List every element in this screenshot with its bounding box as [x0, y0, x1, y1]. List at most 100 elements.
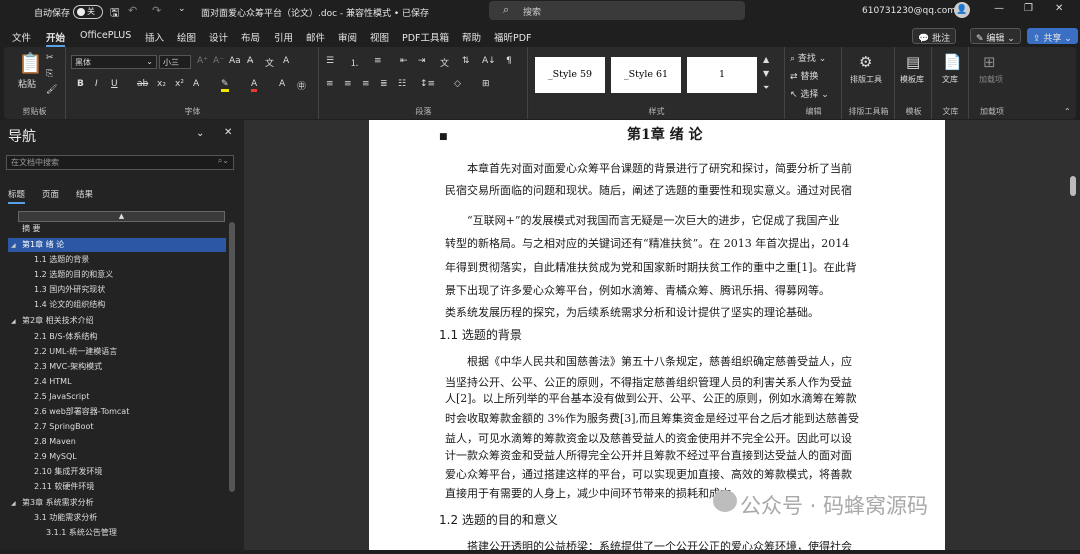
- nav-heading-item[interactable]: 2.11 软硬件环境: [34, 480, 94, 494]
- avatar[interactable]: 👤: [954, 2, 970, 18]
- close-icon[interactable]: ✕: [1055, 3, 1063, 14]
- nav-heading-item[interactable]: 2.1 B/S-体系结构: [34, 330, 97, 344]
- character-border-icon[interactable]: A: [283, 56, 289, 66]
- undo-icon[interactable]: ↶: [128, 4, 137, 17]
- nav-close-icon[interactable]: ✕: [224, 127, 232, 138]
- line-spacing-icon[interactable]: ↕≡: [420, 79, 435, 89]
- expand-triangle-icon[interactable]: ◢: [11, 242, 16, 249]
- numbering-icon[interactable]: ⒈: [350, 56, 359, 69]
- restore-icon[interactable]: ❐: [1024, 3, 1033, 14]
- show-marks-icon[interactable]: ¶: [506, 56, 512, 66]
- select-button[interactable]: ↖ 选择 ⌄: [790, 87, 829, 100]
- italic-icon[interactable]: I: [95, 79, 98, 89]
- nav-heading-item[interactable]: 3.1 功能需求分析: [34, 511, 97, 525]
- tab-foxit-pdf[interactable]: 福昕PDF: [494, 30, 532, 44]
- minimize-icon[interactable]: —: [994, 3, 1004, 14]
- style-gallery-item[interactable]: _Style 61: [611, 57, 681, 93]
- library-button[interactable]: 文库: [942, 74, 958, 85]
- nav-heading-item[interactable]: 2.7 SpringBoot: [34, 420, 94, 434]
- chinese-layout-icon[interactable]: 文: [440, 56, 449, 69]
- align-right-icon[interactable]: ≡: [362, 79, 370, 89]
- styles-more-icon[interactable]: ⏷: [763, 83, 769, 93]
- nav-heading-item[interactable]: 2.4 HTML: [34, 375, 72, 389]
- share-button[interactable]: ⇪ 共享 ⌄: [1027, 28, 1078, 44]
- increase-indent-icon[interactable]: ⇥: [418, 56, 426, 66]
- phonetic-guide-icon[interactable]: 文: [265, 56, 274, 69]
- addins-icon[interactable]: ⊞: [983, 53, 996, 71]
- comments-button[interactable]: 💬 批注: [912, 28, 957, 44]
- superscript-icon[interactable]: x²: [175, 79, 184, 89]
- nav-scroll-up-bar[interactable]: ▲: [18, 211, 225, 222]
- strikethrough-icon[interactable]: ab: [137, 79, 148, 89]
- account-email[interactable]: 610731230@qq.com: [862, 6, 956, 16]
- styles-scroll-down-icon[interactable]: ▼: [763, 69, 769, 78]
- tab-home[interactable]: 开始: [46, 30, 66, 47]
- find-button[interactable]: ⌕ 查找 ⌄: [790, 51, 826, 64]
- bold-icon[interactable]: B: [77, 79, 84, 89]
- font-size-dropdown[interactable]: 小三: [159, 55, 191, 69]
- font-name-dropdown[interactable]: 黑体 ⌄: [71, 55, 157, 69]
- tab-insert[interactable]: 插入: [145, 30, 164, 44]
- text-effects-icon[interactable]: A: [193, 79, 199, 89]
- paste-icon[interactable]: 📋: [18, 51, 43, 75]
- nav-heading-item[interactable]: 2.3 MVC-架构模式: [34, 360, 102, 374]
- style-gallery-item[interactable]: 1: [687, 57, 757, 93]
- nav-heading-item[interactable]: 第3章 系统需求分析: [22, 496, 94, 510]
- addins-button[interactable]: 加载项: [979, 74, 1003, 85]
- format-painter-icon[interactable]: 🖌: [46, 85, 57, 95]
- multilevel-list-icon[interactable]: ≡: [374, 56, 382, 66]
- expand-triangle-icon[interactable]: ◢: [11, 318, 16, 325]
- nav-heading-item[interactable]: 第1章 绪 论: [8, 238, 226, 252]
- nav-heading-item[interactable]: 2.10 集成开发环境: [34, 465, 102, 479]
- redo-icon[interactable]: ↷: [152, 4, 161, 17]
- paste-button[interactable]: 粘贴: [18, 77, 36, 90]
- nav-heading-item[interactable]: 1.2 选题的目的和意义: [34, 268, 113, 282]
- copy-icon[interactable]: ⎘: [46, 69, 53, 79]
- search-box[interactable]: ⌕ 搜索: [489, 1, 745, 20]
- expand-triangle-icon[interactable]: ◢: [11, 500, 16, 507]
- tab-review[interactable]: 审阅: [338, 30, 357, 44]
- align-center-icon[interactable]: ≡: [344, 79, 352, 89]
- nav-heading-item[interactable]: 2.8 Maven: [34, 435, 76, 449]
- edit-mode-button[interactable]: ✎ 编辑 ⌄: [970, 28, 1021, 44]
- borders-icon[interactable]: ⊞: [482, 79, 490, 89]
- clear-format-icon[interactable]: A̶: [247, 56, 253, 66]
- nav-heading-item[interactable]: 2.2 UML-统一建模语言: [34, 345, 117, 359]
- nav-heading-item[interactable]: 摘 要: [22, 222, 41, 236]
- layout-tool-icon[interactable]: ⚙: [859, 53, 872, 71]
- nav-options-icon[interactable]: ⌄: [196, 128, 204, 139]
- tab-mailings[interactable]: 邮件: [306, 30, 325, 44]
- nav-heading-item[interactable]: 第2章 相关技术介绍: [22, 314, 94, 328]
- justify-icon[interactable]: ≣: [380, 79, 388, 89]
- grow-font-icon[interactable]: A⁺: [197, 56, 208, 66]
- tab-view[interactable]: 视图: [370, 30, 389, 44]
- enclose-characters-icon[interactable]: ㊥: [297, 79, 306, 92]
- highlight-icon[interactable]: ✎: [221, 79, 229, 92]
- shrink-font-icon[interactable]: A⁻: [213, 56, 224, 66]
- save-icon[interactable]: 🖫: [110, 4, 119, 23]
- autosave-toggle[interactable]: 关: [73, 5, 103, 19]
- bullets-icon[interactable]: ☰: [326, 56, 334, 66]
- nav-heading-item[interactable]: 1.1 选题的背景: [34, 253, 89, 267]
- tab-design[interactable]: 设计: [209, 30, 228, 44]
- tab-pdf-toolbox[interactable]: PDF工具箱: [402, 30, 449, 44]
- subscript-icon[interactable]: x₂: [157, 79, 166, 89]
- nav-tab-pages[interactable]: 页面: [42, 188, 59, 200]
- layout-tool-button[interactable]: 排版工具: [850, 74, 882, 85]
- cut-icon[interactable]: ✂: [46, 53, 54, 63]
- tab-help[interactable]: 帮助: [462, 30, 481, 44]
- document-scrollbar[interactable]: [1070, 176, 1076, 196]
- collapse-ribbon-icon[interactable]: ⌃: [1064, 107, 1071, 116]
- nav-heading-item[interactable]: 1.4 论文的组织结构: [34, 298, 105, 312]
- nav-heading-item[interactable]: 2.9 MySQL: [34, 450, 77, 464]
- tab-file[interactable]: 文件: [12, 30, 31, 44]
- library-icon[interactable]: 📄: [943, 53, 962, 71]
- nav-tab-headings[interactable]: 标题: [8, 188, 26, 204]
- nav-scrollbar[interactable]: [229, 222, 235, 492]
- customize-qat-icon[interactable]: ⌄: [178, 4, 186, 14]
- nav-tab-results[interactable]: 结果: [76, 188, 93, 200]
- font-color-icon[interactable]: A: [251, 79, 258, 92]
- tab-references[interactable]: 引用: [274, 30, 293, 44]
- decrease-indent-icon[interactable]: ⇤: [400, 56, 408, 66]
- nav-search-input[interactable]: 在文档中搜索 ⌕⌄: [6, 155, 234, 170]
